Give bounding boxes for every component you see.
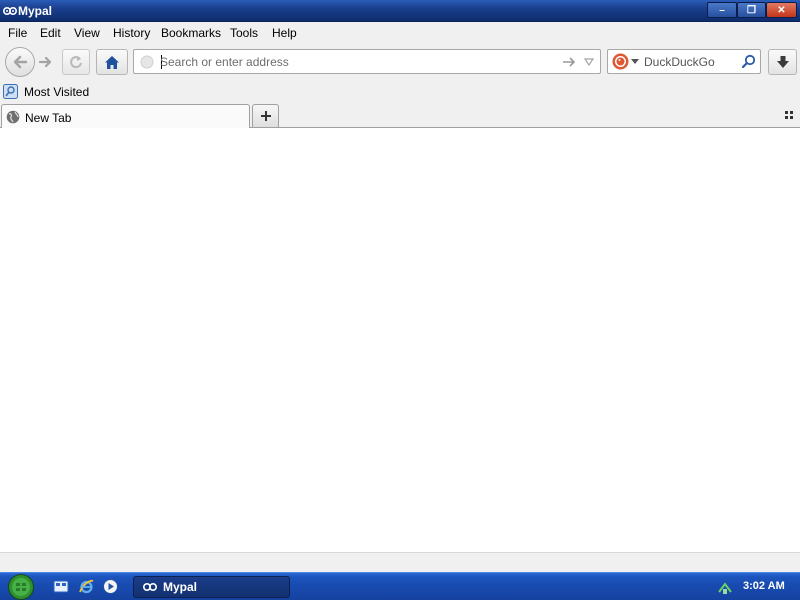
- close-button[interactable]: ✕: [766, 2, 797, 18]
- search-icon[interactable]: [741, 54, 756, 69]
- url-bar[interactable]: [133, 49, 601, 74]
- bookmark-most-visited[interactable]: Most Visited: [3, 83, 89, 100]
- maximize-button[interactable]: ❐: [737, 2, 766, 18]
- clock[interactable]: 3:02 AM: [743, 580, 785, 592]
- back-button[interactable]: [5, 47, 35, 77]
- mypal-icon: [3, 7, 17, 15]
- address-input[interactable]: [160, 52, 560, 71]
- list-all-tabs-icon[interactable]: [784, 110, 794, 120]
- new-tab-button[interactable]: [252, 104, 279, 127]
- close-icon: ✕: [777, 4, 786, 16]
- search-bar[interactable]: [607, 49, 761, 74]
- menu-history[interactable]: History: [113, 26, 150, 40]
- system-tray: 3:02 AM: [712, 574, 800, 600]
- go-arrow-icon[interactable]: [562, 55, 576, 69]
- media-player-icon[interactable]: [102, 578, 119, 595]
- minimize-icon: –: [719, 4, 725, 16]
- minimize-button[interactable]: –: [707, 2, 737, 18]
- restore-icon: ❐: [747, 4, 756, 16]
- taskbar: Mypal 3:02 AM: [0, 572, 800, 600]
- downloads-button[interactable]: [768, 49, 797, 75]
- taskbar-item-mypal[interactable]: Mypal: [133, 576, 290, 598]
- home-button[interactable]: [96, 49, 128, 75]
- home-icon: [105, 55, 119, 69]
- menu-help[interactable]: Help: [272, 26, 297, 40]
- forward-button[interactable]: [35, 51, 57, 73]
- menu-view[interactable]: View: [74, 26, 100, 40]
- reload-icon: [70, 56, 82, 69]
- globe-icon: [6, 110, 20, 124]
- menu-file[interactable]: File: [8, 26, 27, 40]
- desktop-icon[interactable]: [53, 578, 70, 595]
- menu-tools[interactable]: Tools: [230, 26, 258, 40]
- tab-new-tab[interactable]: New Tab: [1, 104, 250, 129]
- url-dropdown-icon[interactable]: [583, 56, 595, 68]
- identity-icon: [140, 55, 154, 69]
- page-content[interactable]: [0, 128, 800, 552]
- reload-button[interactable]: [62, 49, 90, 75]
- menu-edit[interactable]: Edit: [40, 26, 61, 40]
- internet-explorer-icon[interactable]: [78, 578, 95, 595]
- plus-icon: [260, 111, 271, 121]
- menu-bookmarks[interactable]: Bookmarks: [161, 26, 221, 40]
- network-icon[interactable]: [717, 580, 733, 595]
- tab-strip: New Tab: [0, 102, 800, 129]
- search-input[interactable]: [644, 52, 739, 71]
- navigation-toolbar: [0, 43, 800, 81]
- duckduckgo-icon[interactable]: [612, 53, 629, 70]
- window-title-bar[interactable]: Mypal – ❐ ✕: [0, 0, 800, 22]
- tab-label: New Tab: [25, 111, 72, 125]
- status-bar: [0, 552, 800, 572]
- taskbar-item-label: Mypal: [163, 580, 198, 594]
- most-visited-icon: [3, 84, 18, 99]
- forward-arrow-icon: [39, 56, 52, 68]
- bookmarks-toolbar: Most Visited: [0, 81, 800, 102]
- download-icon: [776, 55, 789, 68]
- bookmark-label: Most Visited: [24, 84, 90, 99]
- menu-bar: File Edit View History Bookmarks Tools H…: [0, 22, 800, 43]
- start-button[interactable]: [6, 574, 36, 600]
- chevron-down-icon[interactable]: [631, 59, 639, 65]
- mypal-icon: [143, 583, 157, 591]
- back-arrow-icon: [13, 55, 28, 69]
- window-title: Mypal: [18, 4, 53, 18]
